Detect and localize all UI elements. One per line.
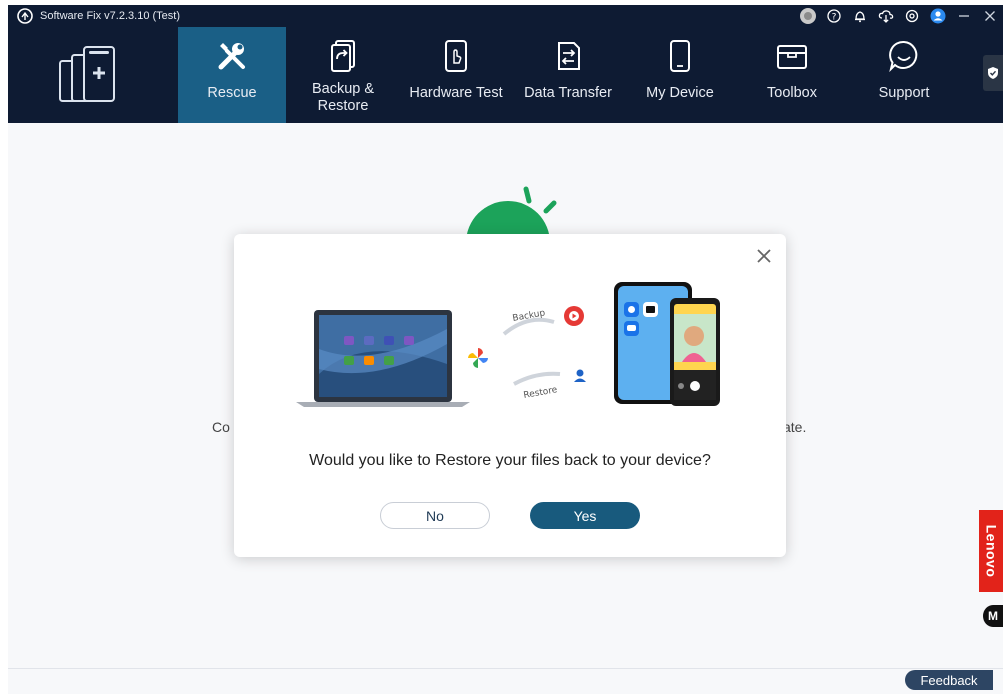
svg-text:?: ? [832, 13, 837, 23]
motorola-logo-icon: M [983, 605, 1003, 627]
title-actions: ? [795, 5, 1003, 27]
background-text-right: ate. [783, 419, 807, 435]
hardware-test-icon [436, 37, 476, 75]
backup-restore-icon [323, 37, 363, 75]
window-title: Software Fix v7.2.3.10 (Test) [40, 10, 180, 22]
shield-icon[interactable] [983, 55, 1003, 91]
settings-icon[interactable] [899, 5, 925, 27]
contact-icon [574, 369, 586, 382]
title-bar: Software Fix v7.2.3.10 (Test) ? [8, 5, 1003, 27]
tab-my-device[interactable]: My Device [632, 27, 728, 123]
photos-pinwheel-icon [462, 342, 494, 374]
background-text-left: Co [212, 419, 230, 435]
phones-icon [614, 282, 720, 406]
tab-support[interactable]: Support [856, 27, 952, 123]
restore-dialog: Backup Restore Would you like to Restore… [234, 234, 786, 557]
feedback-button[interactable]: Feedback [905, 670, 993, 690]
chat-icon [884, 37, 924, 75]
media-app-icon [561, 303, 587, 329]
help-icon[interactable]: ? [821, 5, 847, 27]
tab-rescue[interactable]: Rescue [178, 27, 286, 123]
tab-rescue-label: Rescue [207, 85, 257, 101]
app-logo-icon [16, 7, 34, 25]
backup-restore-illustration: Backup Restore [292, 274, 732, 424]
main-navigation: Rescue Backup & Restore Hardware Test Da… [8, 27, 1003, 123]
wrench-screwdriver-icon [212, 37, 252, 75]
cloud-download-icon[interactable] [873, 5, 899, 27]
status-bar [8, 668, 1003, 694]
tab-toolbox[interactable]: Toolbox [744, 27, 840, 123]
lenovo-label: Lenovo [983, 524, 999, 578]
tab-backup-restore-label: Backup & Restore [311, 81, 375, 114]
tab-support-label: Support [878, 85, 930, 101]
toolbox-icon [772, 37, 812, 75]
tab-backup-restore[interactable]: Backup & Restore [298, 27, 388, 123]
data-transfer-icon [548, 37, 588, 75]
close-icon[interactable] [977, 5, 1003, 27]
tab-toolbox-label: Toolbox [767, 85, 817, 101]
phone-icon [660, 37, 700, 75]
tab-hardware-test-label: Hardware Test [409, 85, 503, 101]
tab-data-transfer-label: Data Transfer [524, 85, 612, 101]
tab-data-transfer[interactable]: Data Transfer [516, 27, 620, 123]
dialog-close-icon[interactable] [754, 246, 774, 266]
moto-label: M [988, 609, 998, 623]
minimize-icon[interactable] [951, 5, 977, 27]
lenovo-logo: Lenovo [979, 510, 1003, 592]
yes-button[interactable]: Yes [530, 502, 640, 529]
profile-photo-icon[interactable] [795, 5, 821, 27]
tab-hardware-test[interactable]: Hardware Test [404, 27, 508, 123]
restore-question: Would you like to Restore your files bac… [309, 452, 711, 469]
tab-my-device-label: My Device [646, 85, 714, 101]
restore-text: Restore [523, 385, 559, 401]
bell-icon[interactable] [847, 5, 873, 27]
account-icon[interactable] [925, 5, 951, 27]
devices-logo-icon [56, 45, 122, 107]
no-button[interactable]: No [380, 502, 490, 529]
laptop-icon [296, 310, 470, 407]
